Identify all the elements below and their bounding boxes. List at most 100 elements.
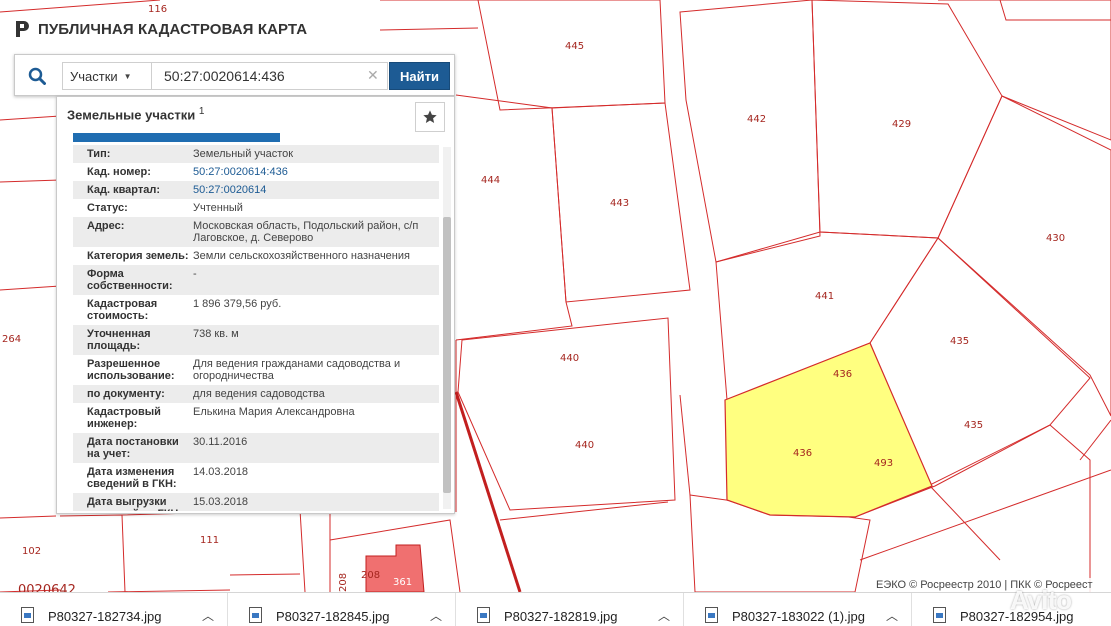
chevron-up-icon[interactable]: ︿ [886,607,898,624]
row-label: Дата выгрузки сведений из ГКН: [87,496,182,511]
download-item[interactable]: P80327-182845.jpg ︿ [228,593,456,626]
table-row: Форма собственности: - [73,265,439,295]
parcel-label: 443 [610,198,629,209]
table-row: Разрешенное использование: Для ведения гр… [73,355,439,385]
download-filename: P80327-182819.jpg [504,609,618,624]
parcel-label: 435 [950,336,969,347]
row-label: Статус: [87,202,128,214]
download-item[interactable]: P80327-183022 (1).jpg ︿ [684,593,912,626]
app-title: ПУБЛИЧНАЯ КАДАСТРОВАЯ КАРТА [38,20,308,38]
search-input[interactable] [152,62,388,90]
parcel-label: 361 [393,577,412,588]
chevron-down-icon: ▼ [123,71,132,81]
row-label: Уточненная площадь: [87,328,151,352]
table-row: Кадастровая стоимость: 1 896 379,56 руб. [73,295,439,325]
table-row: Тип: Земельный участок [73,145,439,163]
parcel-label: 102 [22,546,41,557]
table-row: Кад. квартал: 50:27:0020614 [73,181,439,199]
row-label: Категория земель: [87,250,189,262]
parcel-label: 441 [815,291,834,302]
row-value: Елькина Мария Александровна [193,406,355,418]
cadastral-number-link[interactable]: 50:27:0020614:436 [193,166,433,178]
search-bar: Участки ▼ ✕ Найти [14,54,455,96]
parcel-label: 208 [361,570,380,581]
chevron-up-icon[interactable]: ︿ [202,607,214,624]
download-filename: P80327-182845.jpg [276,609,390,624]
image-file-icon [249,607,262,623]
row-label: Адрес: [87,220,125,232]
parcel-label: 116 [148,4,167,15]
row-value: - [193,268,197,280]
app-header: ПУБЛИЧНАЯ КАДАСТРОВАЯ КАРТА [14,19,307,39]
parcel-label: 429 [892,119,911,130]
rosreestr-logo-icon [16,21,29,37]
download-filename: P80327-182734.jpg [48,609,162,624]
row-value: 15.03.2018 [193,496,249,508]
parcel-label: 445 [565,41,584,52]
parcel-label: 430 [1046,233,1065,244]
panel-scrollbar[interactable] [443,147,451,509]
table-row: Дата выгрузки сведений из ГКН: 15.03.2018 [73,493,439,511]
row-value: Для ведения гражданами садоводства и ого… [193,358,401,382]
result-count: 1 [198,106,205,117]
clear-icon[interactable]: ✕ [367,67,379,84]
parcel-label: 436 [793,448,812,459]
parcel-label: 111 [200,535,219,546]
row-label: Форма собственности: [87,268,173,292]
parcel-info-panel: Земельные участки 1 Тип: Земельный участо… [56,96,455,514]
search-type-label: Участки [70,68,118,84]
search-type-select[interactable]: Участки ▼ [62,62,152,90]
panel-title-text: Земельные участки [67,107,196,123]
row-value: 1 896 379,56 руб. [193,298,282,310]
image-file-icon [705,607,718,623]
row-label: Разрешенное использование: [87,358,175,382]
avito-watermark: Avito [1010,585,1072,615]
table-row: Дата изменения сведений в ГКН: 14.03.2018 [73,463,439,493]
search-icon[interactable] [23,63,51,89]
favorite-button[interactable] [415,102,445,132]
download-filename: P80327-183022 (1).jpg [732,609,865,624]
star-icon [423,110,437,123]
row-label: Кадастровый инженер: [87,406,161,430]
table-row: Дата постановки на учет: 30.11.2016 [73,433,439,463]
panel-title: Земельные участки 1 [67,106,204,122]
find-button[interactable]: Найти [389,62,450,90]
table-row: Адрес: Московская область, Подольский рай… [73,217,439,247]
row-value: Учтенный [193,202,243,214]
row-value: Земли сельскохозяйственного назначения [193,250,410,262]
table-row: по документу: для ведения садоводства [73,385,439,403]
row-label: Тип: [87,148,111,160]
row-value: 30.11.2016 [193,436,248,448]
row-label: Кад. номер: [87,166,151,178]
parcel-label: 440 [560,353,579,364]
row-label: Дата изменения сведений в ГКН: [87,466,177,490]
row-value: Московская область, Подольский район, с/… [193,220,419,244]
parcel-label: 0020642 [18,583,76,592]
image-file-icon [21,607,34,623]
downloads-bar: P80327-182734.jpg ︿ P80327-182845.jpg ︿ … [0,592,1111,626]
download-item[interactable]: P80327-182734.jpg ︿ [0,593,228,626]
cadastral-quarter-link[interactable]: 50:27:0020614 [193,184,433,196]
download-item[interactable]: P80327-182819.jpg ︿ [456,593,684,626]
table-row: Кад. номер: 50:27:0020614:436 [73,163,439,181]
row-label: Кад. квартал: [87,184,161,196]
table-row: Кадастровый инженер: Елькина Мария Алекса… [73,403,439,433]
table-row: Статус: Учтенный [73,199,439,217]
parcel-label: 493 [874,458,893,469]
image-file-icon [933,607,946,623]
parcel-label: 264 [2,334,21,345]
parcel-label: 436 [833,369,852,380]
row-label: по документу: [87,388,165,400]
chevron-up-icon[interactable]: ︿ [430,607,442,624]
chevron-up-icon[interactable]: ︿ [658,607,670,624]
scrollbar-thumb[interactable] [443,217,451,493]
info-tab[interactable] [73,133,280,142]
parcel-label: 444 [481,175,500,186]
attribute-table: Тип: Земельный участок Кад. номер: 50:27:0… [73,145,439,511]
row-value: 738 кв. м [193,328,239,340]
parcel-label: 435 [964,420,983,431]
table-row: Уточненная площадь: 738 кв. м [73,325,439,355]
row-value: 14.03.2018 [193,466,249,478]
image-file-icon [477,607,490,623]
parcel-label: 440 [575,440,594,451]
